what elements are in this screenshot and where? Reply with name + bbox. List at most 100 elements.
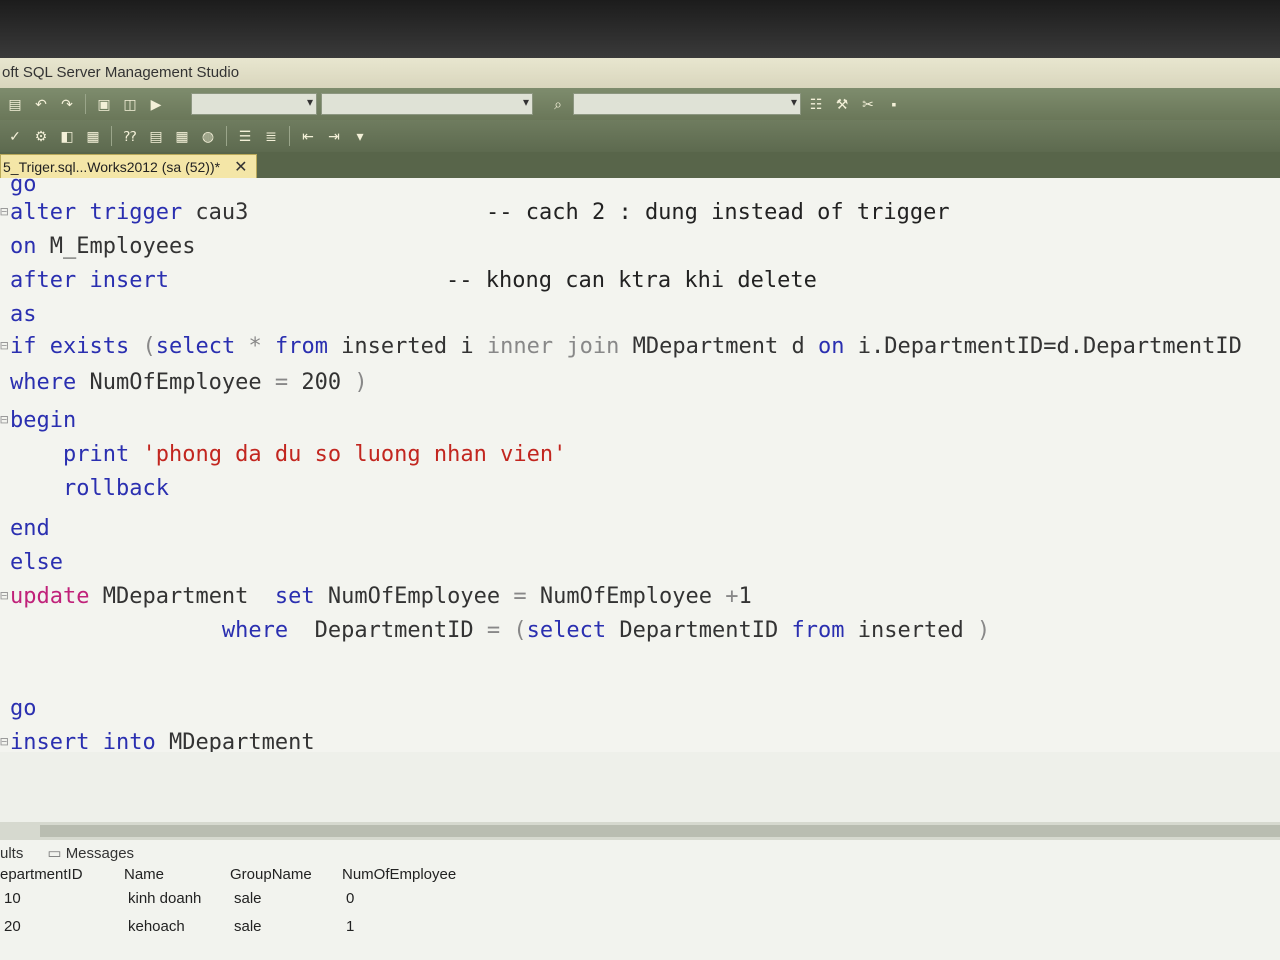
code-token: cau3 <box>182 200 249 225</box>
code-line[interactable]: ⊟ update MDepartment set NumOfEmployee = … <box>0 584 752 609</box>
code-token: 200 <box>288 370 355 395</box>
code-token: M_Employees <box>36 234 196 259</box>
column-header[interactable]: epartmentID <box>0 866 83 883</box>
tab-query-file[interactable]: 5_Triger.sql...Works2012 (sa (52))* ✕ <box>0 154 257 179</box>
code-line[interactable]: else <box>10 550 63 575</box>
tab-results[interactable]: ults <box>0 845 23 862</box>
code-token: update <box>10 584 90 609</box>
code-token: + <box>725 584 739 609</box>
code-token: MDepartment d <box>619 334 819 359</box>
table-cell[interactable]: 1 <box>346 918 354 935</box>
code-token: ) <box>354 370 368 395</box>
code-token: 'phong da du so luong nhan vien' <box>129 442 567 467</box>
code-line[interactable]: end <box>10 516 50 541</box>
tab-messages[interactable]: ▭ Messages <box>47 844 134 862</box>
code-line[interactable]: ⊟ insert into MDepartment <box>0 730 315 752</box>
properties-icon[interactable]: ☷ <box>805 94 827 114</box>
close-icon[interactable]: ✕ <box>234 157 247 177</box>
search-dropdown[interactable] <box>573 93 801 115</box>
collapse-toggle-icon[interactable]: ⊟ <box>0 588 8 604</box>
standard-toolbar: ▤ ↶ ↷ ▣ ◫ ▶ ⌕ ☷ ⚒ ✂ ▪ <box>0 88 1280 120</box>
results-to-text-icon[interactable]: ▤ <box>145 126 167 146</box>
debug-icon[interactable]: ⚙ <box>30 126 52 146</box>
code-token: ( <box>500 618 527 643</box>
uncomment-icon[interactable]: ≣ <box>260 126 282 146</box>
code-token: set <box>274 584 315 609</box>
code-token: ( <box>129 334 156 359</box>
code-token: * <box>235 334 275 359</box>
code-line[interactable]: where NumOfEmployee = 200 ) <box>10 370 368 395</box>
results-to-file-icon[interactable]: ◍ <box>197 126 219 146</box>
toolbar-separator <box>289 126 290 146</box>
code-token: MDepartment <box>89 584 275 609</box>
collapse-toggle-icon[interactable]: ⊟ <box>0 204 8 220</box>
code-comment: -- cach 2 : dung instead of trigger <box>486 200 950 225</box>
code-line[interactable]: as <box>10 302 37 327</box>
code-line[interactable]: rollback <box>10 476 169 501</box>
table-cell[interactable]: 20 <box>4 918 21 935</box>
table-cell[interactable]: sale <box>234 918 262 935</box>
code-line[interactable]: ⊟ alter trigger cau3 <box>0 200 249 225</box>
document-tabbar: 5_Triger.sql...Works2012 (sa (52))* ✕ <box>0 152 1280 179</box>
undo-icon[interactable]: ↶ <box>30 94 52 114</box>
increase-indent-icon[interactable]: ⇥ <box>323 126 345 146</box>
code-token: i.DepartmentID=d.DepartmentID <box>844 334 1242 359</box>
results-to-grid-icon[interactable]: ▦ <box>171 126 193 146</box>
redo-icon[interactable]: ↷ <box>56 94 78 114</box>
find-icon[interactable]: ⌕ <box>547 94 569 114</box>
editor-horizontal-scrollbar[interactable] <box>0 822 1280 840</box>
save-icon[interactable]: ▣ <box>93 94 115 114</box>
code-token: go <box>10 178 37 197</box>
table-cell[interactable]: kinh doanh <box>128 890 201 907</box>
code-token: else <box>10 550 63 575</box>
decrease-indent-icon[interactable]: ⇤ <box>297 126 319 146</box>
code-token: as <box>10 302 37 327</box>
table-cell[interactable]: 0 <box>346 890 354 907</box>
new-query-icon[interactable]: ▤ <box>4 94 26 114</box>
code-line[interactable]: on M_Employees <box>10 234 195 259</box>
code-token: if exists <box>10 334 130 359</box>
code-line[interactable]: after insert <box>10 268 169 293</box>
code-line[interactable]: where DepartmentID = (select DepartmentI… <box>10 618 990 643</box>
solution-config-dropdown[interactable] <box>321 93 533 115</box>
parse-check-icon[interactable]: ✓ <box>4 126 26 146</box>
code-token: NumOfEmployee <box>526 584 726 609</box>
query-editor[interactable]: go ⊟ alter trigger cau3 on M_Employeesafter… <box>0 178 1280 752</box>
code-token: = <box>274 370 289 395</box>
code-token: DepartmentID <box>606 618 792 643</box>
window-icon[interactable]: ▪ <box>883 94 905 114</box>
collapse-toggle-icon[interactable]: ⊟ <box>0 338 8 354</box>
table-cell[interactable]: sale <box>234 890 262 907</box>
code-token: on <box>818 334 845 359</box>
tab-messages-label: Messages <box>65 845 135 862</box>
intellisense-icon[interactable]: ⁇ <box>119 126 141 146</box>
sql-editor-toolbar: ✓ ⚙ ◧ ▦ ⁇ ▤ ▦ ◍ ☰ ≣ ⇤ ⇥ ▾ <box>0 120 1280 152</box>
database-dropdown[interactable] <box>191 93 317 115</box>
code-token: = <box>486 618 501 643</box>
query-options-icon[interactable]: ▦ <box>82 126 104 146</box>
table-cell[interactable]: 10 <box>4 890 21 907</box>
code-token: where <box>10 618 289 643</box>
code-line[interactable]: print 'phong da du so luong nhan vien' <box>10 442 566 467</box>
table-cell[interactable]: kehoach <box>128 918 185 935</box>
column-header[interactable]: Name <box>124 866 164 883</box>
code-token: insert into <box>10 730 156 752</box>
open-icon[interactable]: ◫ <box>119 94 141 114</box>
code-token: after insert <box>10 268 169 293</box>
collapse-toggle-icon[interactable]: ⊟ <box>0 412 8 428</box>
column-header[interactable]: GroupName <box>230 866 312 883</box>
toolbar-separator <box>85 94 86 114</box>
tools-icon[interactable]: ✂ <box>857 94 879 114</box>
code-line[interactable]: ⊟ if exists (select * from inserted i inn… <box>0 334 1242 359</box>
specify-values-icon[interactable]: ▾ <box>349 126 371 146</box>
display-plan-icon[interactable]: ◧ <box>56 126 78 146</box>
scrollbar-thumb[interactable] <box>40 825 1280 837</box>
collapse-toggle-icon[interactable]: ⊟ <box>0 734 8 750</box>
code-line[interactable]: go <box>10 696 37 721</box>
code-line[interactable]: go <box>10 178 37 197</box>
toolbox-icon[interactable]: ⚒ <box>831 94 853 114</box>
comment-icon[interactable]: ☰ <box>234 126 256 146</box>
code-line[interactable]: ⊟ begin <box>0 408 76 433</box>
column-header[interactable]: NumOfEmployee <box>342 866 456 883</box>
execute-icon[interactable]: ▶ <box>145 94 167 114</box>
